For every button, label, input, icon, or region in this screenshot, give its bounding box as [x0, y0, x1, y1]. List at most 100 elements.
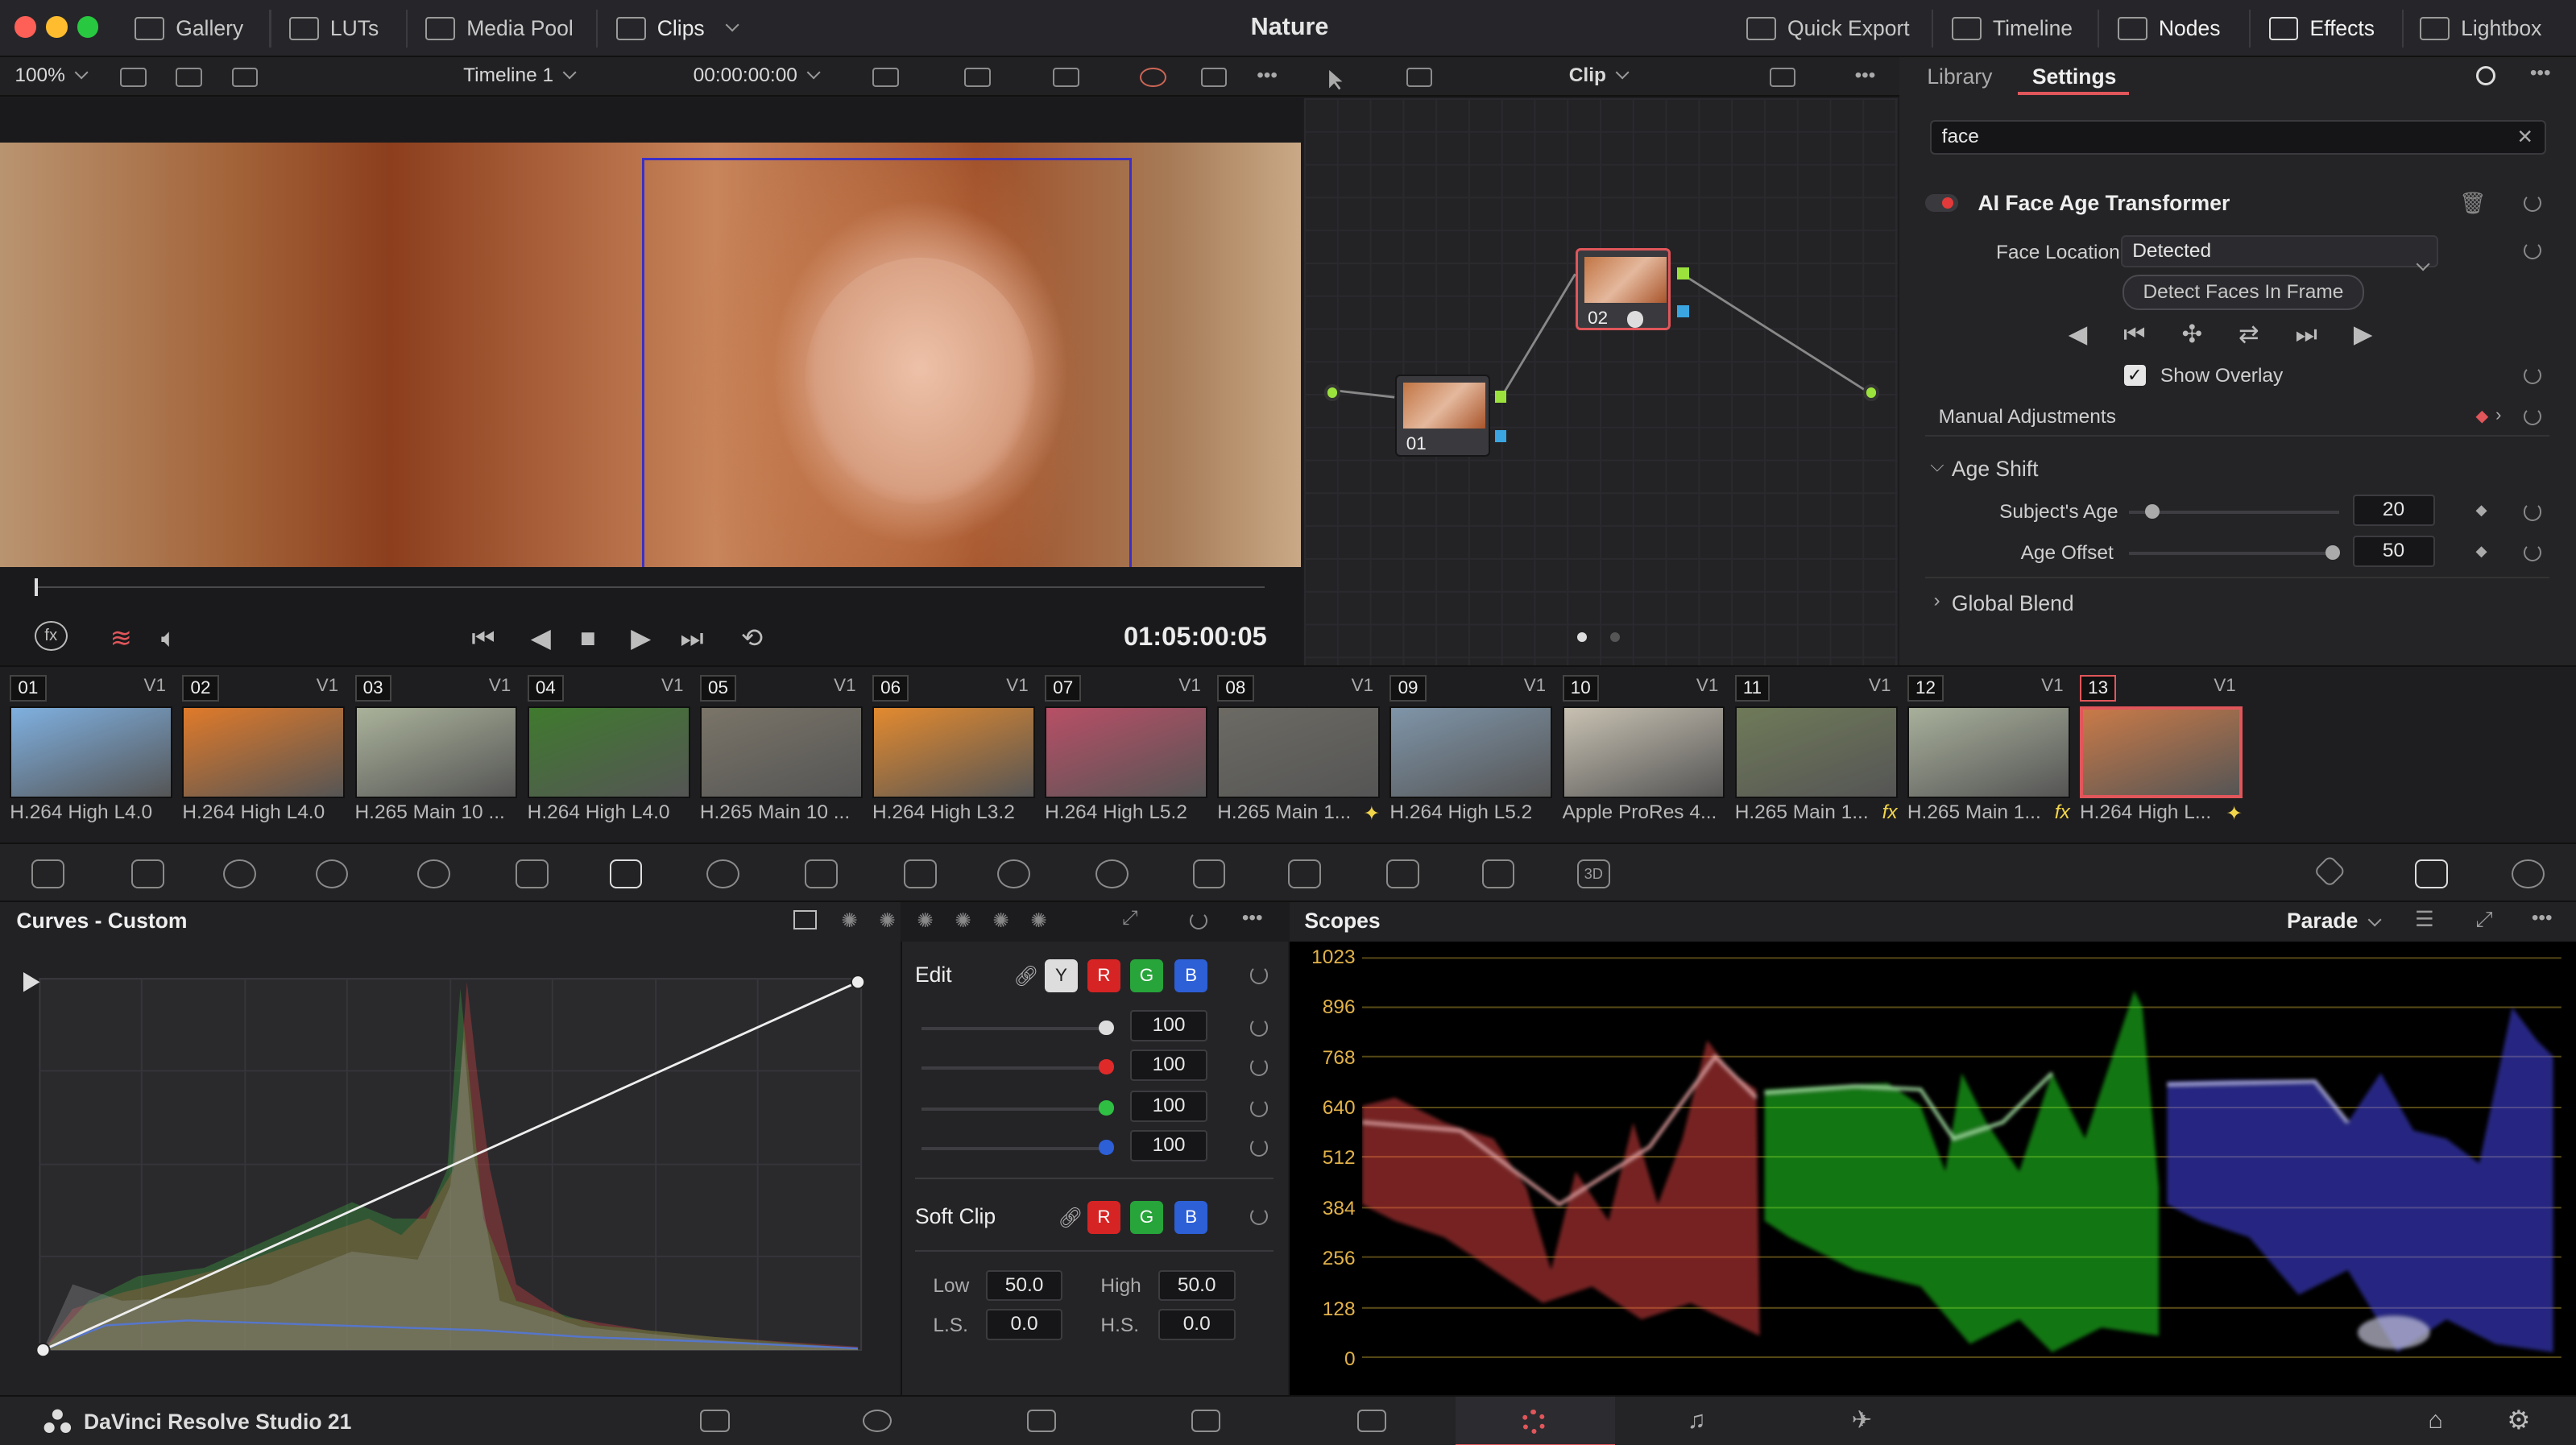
gallery-button[interactable]: Gallery [135, 0, 243, 57]
low-soft-value[interactable]: 0.0 [985, 1309, 1063, 1341]
transform-icon[interactable] [1053, 67, 1079, 88]
keyframe-diamond-icon[interactable]: ◆ [2476, 501, 2487, 519]
nodes-button[interactable]: Nodes [2117, 0, 2220, 57]
3d-icon[interactable]: 3D [1576, 859, 1610, 889]
color-match-icon[interactable] [131, 859, 164, 889]
link-icon[interactable]: 🔗︎ [1058, 1206, 1083, 1230]
fairlight-page-icon[interactable]: ♫ [1688, 1406, 1706, 1435]
reset-icon[interactable] [2523, 366, 2542, 385]
reset-icon[interactable] [2523, 407, 2542, 426]
clip-thumbnail-03[interactable]: 03 V1 H.265 Main 10 ... [351, 670, 520, 828]
reset-icon[interactable] [1250, 1018, 1269, 1037]
global-blend-section[interactable]: Global Blend [1952, 591, 2074, 616]
info-icon[interactable] [2512, 859, 2545, 889]
split-viewer-icon[interactable] [176, 67, 202, 88]
node-key-port[interactable] [1494, 430, 1507, 442]
lightbox-button[interactable]: Lightbox [2420, 0, 2541, 57]
age-offset-slider[interactable] [2129, 545, 2341, 561]
channel-g-button[interactable]: G [1130, 959, 1163, 992]
motion-effects-icon[interactable] [516, 859, 549, 889]
node-02[interactable]: 02 [1575, 247, 1671, 330]
viewer-image[interactable] [0, 143, 1302, 567]
curves-icon[interactable] [609, 859, 643, 889]
chevron-right-icon[interactable]: › [2495, 404, 2501, 425]
chevron-right-icon[interactable]: › [1933, 590, 1940, 612]
node-01[interactable]: 01 [1394, 374, 1490, 457]
layers-icon[interactable]: ≋ [110, 623, 132, 653]
chevron-down-icon[interactable]: ⌵ [1930, 455, 1944, 476]
node-editor[interactable]: 01 02 [1304, 98, 1898, 665]
age-offset-value[interactable]: 50 [2352, 535, 2435, 567]
effects-button[interactable]: Effects [2268, 0, 2375, 57]
red-intensity-value[interactable]: 100 [1130, 1050, 1207, 1081]
reset-icon[interactable] [1250, 966, 1269, 984]
cut-page-icon[interactable] [862, 1409, 892, 1433]
clip-thumbnail-08[interactable]: 08 V1 H.265 Main 1... ✦ [1214, 670, 1383, 828]
reset-icon[interactable] [1189, 911, 1208, 930]
clip-thumbnail-06[interactable]: 06 V1 H.264 High L3.2 [869, 670, 1038, 828]
reset-icon[interactable] [1250, 1058, 1269, 1076]
clip-thumbnail-10[interactable]: 10 V1 Apple ProRes 4... [1559, 670, 1728, 828]
green-intensity-value[interactable]: 100 [1130, 1091, 1207, 1122]
close-window-button[interactable] [14, 16, 36, 38]
media-page-icon[interactable] [699, 1409, 730, 1433]
blur-icon[interactable] [1287, 859, 1321, 889]
slider-knob[interactable] [1099, 1059, 1114, 1074]
eyedropper-icon[interactable] [903, 859, 937, 889]
delete-effect-icon[interactable]: 🗑︎ [2459, 191, 2487, 216]
tracking-controls[interactable]: ◀︎⏮︎✣⇄⏭︎▶︎ [2069, 321, 2409, 350]
node-output-port[interactable] [1494, 391, 1507, 403]
pointer-icon[interactable] [1324, 68, 1351, 90]
low-value[interactable]: 50.0 [985, 1269, 1063, 1302]
reset-icon[interactable] [2523, 241, 2542, 260]
slider-knob[interactable] [2145, 504, 2160, 520]
slider-knob[interactable] [1099, 1100, 1114, 1116]
node-key-port[interactable] [1677, 305, 1689, 317]
quick-export-button[interactable]: Quick Export [1746, 0, 1910, 57]
slider-knob[interactable] [1099, 1020, 1114, 1035]
age-shift-section[interactable]: Age Shift [1952, 457, 2039, 482]
media-pool-button[interactable]: Media Pool [425, 0, 574, 57]
high-value[interactable]: 50.0 [1158, 1269, 1236, 1302]
reset-icon[interactable] [1250, 1099, 1269, 1117]
clip-thumbnail-13[interactable]: 13 V1 H.264 High L... ✦ [2077, 670, 2246, 828]
subjects-age-value[interactable]: 20 [2352, 494, 2435, 526]
sizing-icon[interactable] [1481, 859, 1515, 889]
effects-search-input[interactable]: face [1930, 119, 2547, 155]
blue-intensity-value[interactable]: 100 [1130, 1130, 1207, 1161]
nodes-more-icon[interactable]: ••• [1855, 64, 1876, 87]
timecode-dropdown[interactable]: 00:00:00:00 [694, 64, 821, 87]
luma-intensity-value[interactable]: 100 [1130, 1010, 1207, 1042]
camera-raw-icon[interactable] [31, 859, 64, 889]
qualifier-icon[interactable] [805, 859, 839, 889]
slider-knob[interactable] [1099, 1140, 1114, 1155]
play-reverse-icon[interactable]: ◀︎ [531, 623, 551, 653]
keyframes-icon[interactable] [2313, 854, 2346, 888]
power-window-icon[interactable] [996, 859, 1030, 889]
curve-mode-icons[interactable]: ✺✺✺✺✺✺ [841, 909, 1068, 933]
reset-icon[interactable] [2523, 544, 2542, 562]
settings-gear-icon[interactable]: ⚙︎ [2507, 1405, 2530, 1435]
playhead[interactable] [34, 578, 38, 597]
green-intensity-slider[interactable] [921, 1100, 1114, 1116]
magic-mask-icon[interactable] [1192, 859, 1226, 889]
scope-expand-icon[interactable]: ⤢ [2476, 907, 2493, 933]
clip-thumbnail-01[interactable]: 01 V1 H.264 High L4.0 [6, 670, 176, 828]
edit-page-icon[interactable] [1026, 1409, 1057, 1433]
luma-intensity-slider[interactable] [921, 1020, 1114, 1035]
play-icon[interactable]: ▶︎ [631, 623, 651, 653]
settings-more-icon[interactable]: ••• [2530, 62, 2551, 85]
channel-b-button[interactable]: B [1174, 959, 1207, 992]
scope-settings-icon[interactable]: ☰ [2415, 907, 2434, 932]
clip-thumbnail-12[interactable]: 12 V1 H.265 Main 1... fx [1904, 670, 2073, 828]
node-tools-icon[interactable] [1769, 67, 1796, 88]
viewer-mode-icon[interactable] [872, 67, 899, 88]
scrubber-bar[interactable] [35, 586, 1265, 589]
rgb-mixer-icon[interactable] [417, 859, 450, 889]
face-detection-overlay[interactable] [642, 157, 1133, 567]
hdr-icon[interactable] [964, 67, 991, 88]
home-icon[interactable]: ⌂ [2428, 1406, 2442, 1435]
show-overlay-checkbox[interactable]: ✓ [2124, 364, 2146, 387]
single-viewer-icon[interactable] [119, 67, 147, 88]
face-location-dropdown[interactable]: Detected [2120, 234, 2438, 268]
